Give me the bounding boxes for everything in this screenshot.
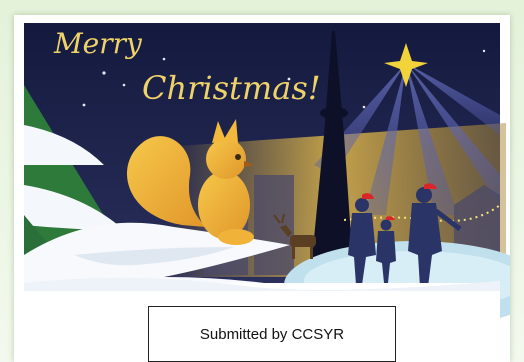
greeting-line-1: Merry <box>53 27 143 60</box>
submission-caption: Submitted by CCSYR <box>148 306 396 362</box>
greeting-line-2: Christmas! <box>142 69 321 107</box>
